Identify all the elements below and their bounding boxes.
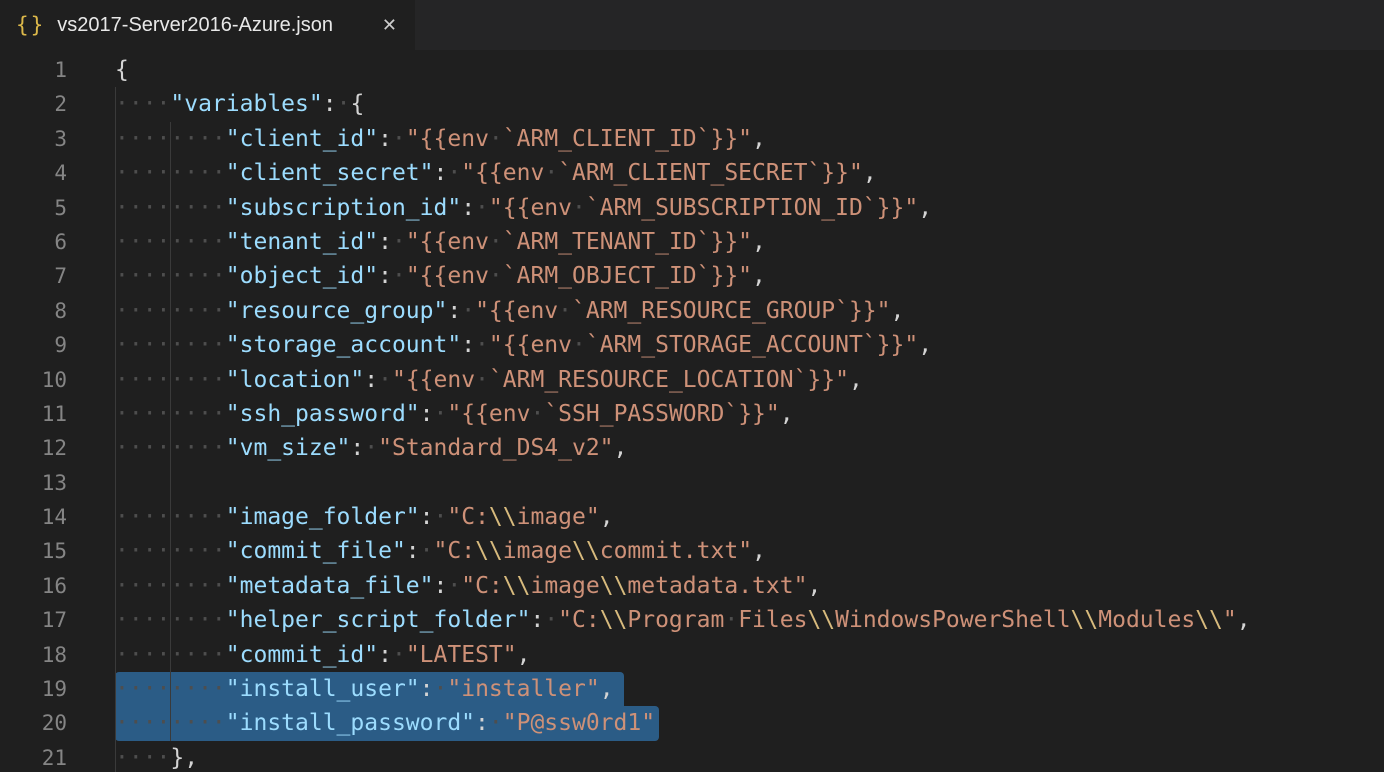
json-braces-icon: {} xyxy=(16,15,45,36)
code-line-content[interactable]: ········"commit_file":·"C:\\image\\commi… xyxy=(115,534,1384,568)
code-line[interactable]: 18 ········"commit_id":·"LATEST", xyxy=(0,638,1384,672)
line-number[interactable]: 19 xyxy=(0,672,67,706)
line-number[interactable]: 4 xyxy=(0,156,67,190)
line-number[interactable]: 9 xyxy=(0,328,67,362)
line-number[interactable]: 3 xyxy=(0,122,67,156)
code-line[interactable]: 10 ········"location":·"{{env·`ARM_RESOUR… xyxy=(0,363,1384,397)
code-line[interactable]: 6 ········"tenant_id":·"{{env·`ARM_TENANT… xyxy=(0,225,1384,259)
line-number[interactable]: 8 xyxy=(0,294,67,328)
tab-title: vs2017-Server2016-Azure.json xyxy=(57,14,333,37)
code-line-content[interactable]: ········"subscription_id":·"{{env·`ARM_S… xyxy=(115,191,1384,225)
line-number[interactable]: 21 xyxy=(0,741,67,772)
code-line-content[interactable] xyxy=(115,466,1384,500)
indent-guide xyxy=(115,466,116,500)
code-line[interactable]: 11 ········"ssh_password":·"{{env·`SSH_PA… xyxy=(0,397,1384,431)
code-line-content[interactable]: ········"resource_group":·"{{env·`ARM_RE… xyxy=(115,294,1384,328)
tab-vs2017-server2016-azure-json[interactable]: {} vs2017-Server2016-Azure.json ✕ xyxy=(0,0,415,50)
code-line-content[interactable]: ········"install_password":·"P@ssw0rd1" xyxy=(115,706,1384,740)
code-line-content[interactable]: { xyxy=(115,53,1384,87)
code-line-content[interactable]: ····"variables":·{ xyxy=(115,87,1384,121)
line-number[interactable]: 20 xyxy=(0,706,67,740)
code-line[interactable]: 15 ········"commit_file":·"C:\\image\\com… xyxy=(0,534,1384,568)
code-line[interactable]: 2 ····"variables":·{ xyxy=(0,87,1384,121)
line-number[interactable]: 5 xyxy=(0,191,67,225)
code-line-content[interactable]: ········"location":·"{{env·`ARM_RESOURCE… xyxy=(115,363,1384,397)
code-line[interactable]: 3 ········"client_id":·"{{env·`ARM_CLIENT… xyxy=(0,122,1384,156)
line-number[interactable]: 12 xyxy=(0,431,67,465)
code-line[interactable]: 17 ········"helper_script_folder":·"C:\\P… xyxy=(0,603,1384,637)
code-line[interactable]: 9 ········"storage_account":·"{{env·`ARM_… xyxy=(0,328,1384,362)
code-line[interactable]: 21 ····}, xyxy=(0,741,1384,772)
code-line-content[interactable]: ········"client_secret":·"{{env·`ARM_CLI… xyxy=(115,156,1384,190)
line-number[interactable]: 1 xyxy=(0,53,67,87)
code-line[interactable]: 7 ········"object_id":·"{{env·`ARM_OBJECT… xyxy=(0,259,1384,293)
code-line[interactable]: 8 ········"resource_group":·"{{env·`ARM_R… xyxy=(0,294,1384,328)
line-number[interactable]: 17 xyxy=(0,603,67,637)
code-line-content[interactable]: ····}, xyxy=(115,741,1384,772)
close-icon[interactable]: ✕ xyxy=(380,14,399,36)
code-line-content[interactable]: ········"install_user":·"installer", xyxy=(115,672,1384,706)
line-number[interactable]: 2 xyxy=(0,87,67,121)
code-line-content[interactable]: ········"helper_script_folder":·"C:\\Pro… xyxy=(115,603,1384,637)
line-number[interactable]: 13 xyxy=(0,466,67,500)
line-number[interactable]: 11 xyxy=(0,397,67,431)
line-number[interactable]: 15 xyxy=(0,534,67,568)
code-line-content[interactable]: ········"commit_id":·"LATEST", xyxy=(115,638,1384,672)
line-number[interactable]: 14 xyxy=(0,500,67,534)
line-number[interactable]: 6 xyxy=(0,225,67,259)
indent-guide xyxy=(170,466,171,500)
code-line[interactable]: 13 xyxy=(0,466,1384,500)
code-line-content[interactable]: ········"storage_account":·"{{env·`ARM_S… xyxy=(115,328,1384,362)
code-line-content[interactable]: ········"tenant_id":·"{{env·`ARM_TENANT_… xyxy=(115,225,1384,259)
code-line[interactable]: 5 ········"subscription_id":·"{{env·`ARM_… xyxy=(0,191,1384,225)
line-number[interactable]: 10 xyxy=(0,363,67,397)
code-line[interactable]: 12 ········"vm_size":·"Standard_DS4_v2", xyxy=(0,431,1384,465)
code-line[interactable]: 20 ········"install_password":·"P@ssw0rd1… xyxy=(0,706,1384,740)
tab-bar: {} vs2017-Server2016-Azure.json ✕ xyxy=(0,0,1384,50)
line-number[interactable]: 18 xyxy=(0,638,67,672)
code-line[interactable]: 19 ········"install_user":·"installer", xyxy=(0,672,1384,706)
vscode-window: {} vs2017-Server2016-Azure.json ✕ 1{2···… xyxy=(0,0,1384,772)
code-line-content[interactable]: ········"metadata_file":·"C:\\image\\met… xyxy=(115,569,1384,603)
code-line[interactable]: 4 ········"client_secret":·"{{env·`ARM_CL… xyxy=(0,156,1384,190)
code-line[interactable]: 14 ········"image_folder":·"C:\\image", xyxy=(0,500,1384,534)
code-line-content[interactable]: ········"vm_size":·"Standard_DS4_v2", xyxy=(115,431,1384,465)
line-number[interactable]: 7 xyxy=(0,259,67,293)
code-line-content[interactable]: ········"client_id":·"{{env·`ARM_CLIENT_… xyxy=(115,122,1384,156)
line-number[interactable]: 16 xyxy=(0,569,67,603)
code-line-content[interactable]: ········"ssh_password":·"{{env·`SSH_PASS… xyxy=(115,397,1384,431)
code-line[interactable]: 16 ········"metadata_file":·"C:\\image\\m… xyxy=(0,569,1384,603)
code-line-content[interactable]: ········"object_id":·"{{env·`ARM_OBJECT_… xyxy=(115,259,1384,293)
code-editor: 1{2····"variables":·{3········"client_id… xyxy=(0,50,1384,772)
code-line-content[interactable]: ········"image_folder":·"C:\\image", xyxy=(115,500,1384,534)
code-line[interactable]: 1{ xyxy=(0,53,1384,87)
